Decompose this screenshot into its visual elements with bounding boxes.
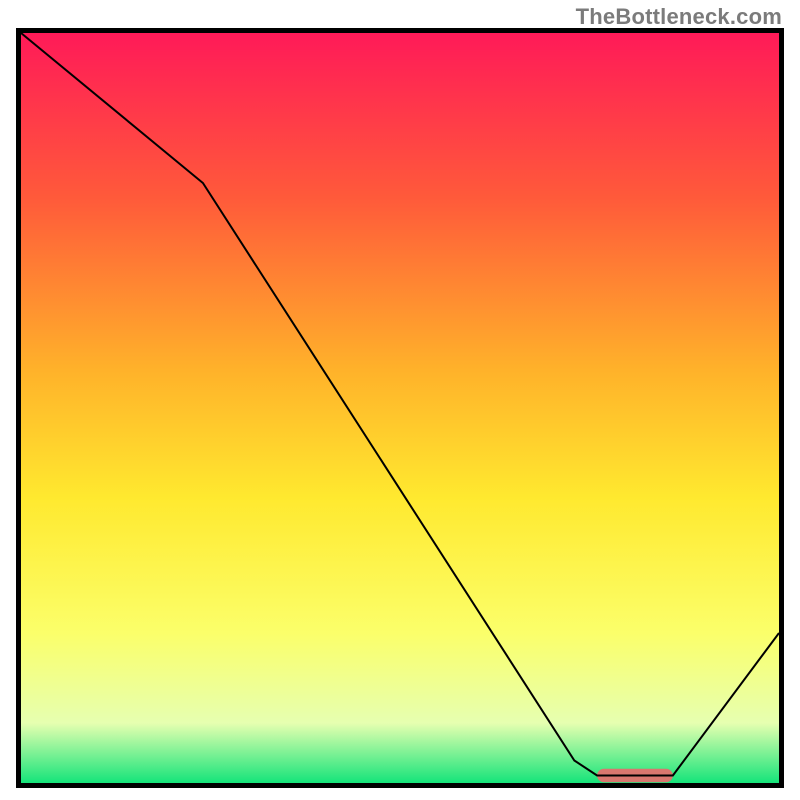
chart-plot-area [21, 33, 779, 783]
chart-frame [16, 28, 784, 788]
chart-background [21, 33, 779, 783]
watermark-text: TheBottleneck.com [576, 4, 782, 30]
